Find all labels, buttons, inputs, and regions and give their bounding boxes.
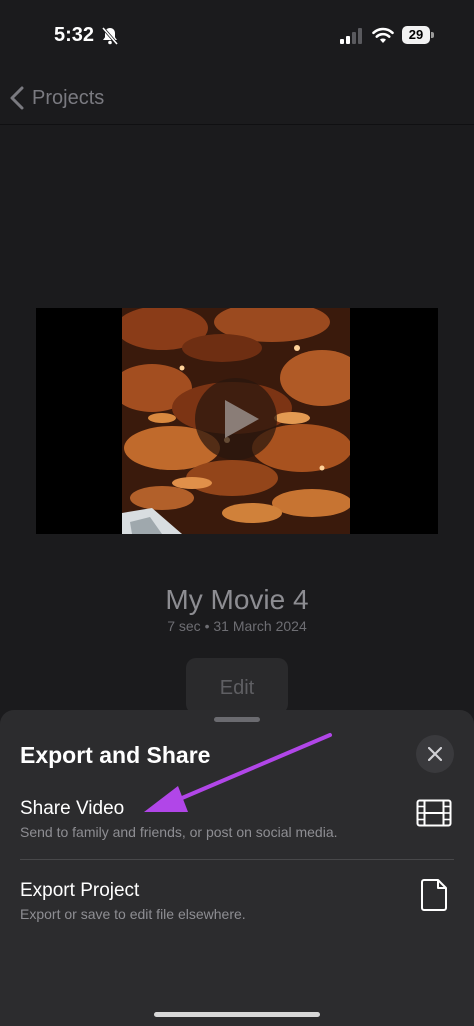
close-button[interactable] bbox=[416, 735, 454, 773]
back-button-label: Projects bbox=[32, 86, 105, 109]
row-divider bbox=[20, 859, 454, 860]
close-icon bbox=[428, 747, 442, 761]
bell-slash-icon bbox=[101, 27, 119, 45]
document-icon bbox=[421, 879, 447, 911]
nav-divider bbox=[0, 124, 474, 125]
battery-tip bbox=[431, 32, 434, 38]
play-button[interactable] bbox=[195, 378, 277, 460]
battery-level: 29 bbox=[402, 26, 430, 44]
battery-indicator: 29 bbox=[402, 26, 434, 44]
sheet-grabber[interactable] bbox=[214, 717, 260, 722]
share-video-subtitle: Send to family and friends, or post on s… bbox=[20, 824, 338, 840]
status-bar: 5:32 29 bbox=[0, 0, 474, 70]
cellular-signal-icon bbox=[340, 28, 362, 44]
chevron-left-icon bbox=[10, 86, 24, 110]
play-icon bbox=[225, 400, 259, 438]
status-time: 5:32 bbox=[54, 24, 95, 46]
home-indicator bbox=[154, 1012, 320, 1017]
export-project-title: Export Project bbox=[20, 880, 140, 901]
movie-title: My Movie 4 bbox=[165, 584, 309, 615]
share-video-title: Share Video bbox=[20, 798, 125, 819]
film-icon bbox=[416, 799, 452, 827]
video-preview[interactable] bbox=[36, 308, 438, 534]
wifi-icon bbox=[372, 27, 394, 43]
annotation-arrow-icon bbox=[144, 733, 332, 812]
export-project-subtitle: Export or save to edit file elsewhere. bbox=[20, 906, 246, 922]
export-project-option[interactable]: Export Project Export or save to edit fi… bbox=[0, 879, 474, 942]
back-button[interactable]: Projects bbox=[8, 82, 104, 114]
movie-meta: 7 sec • 31 March 2024 bbox=[167, 618, 307, 634]
edit-button[interactable]: Edit bbox=[186, 658, 288, 714]
